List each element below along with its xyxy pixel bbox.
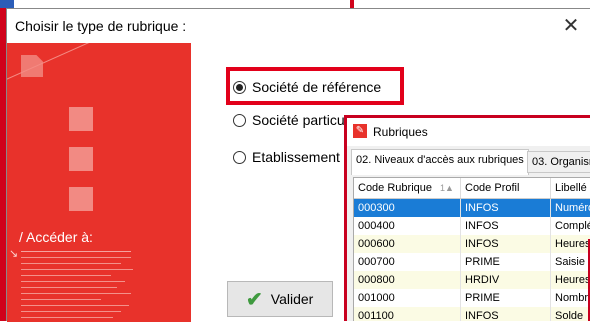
app-icon: ✎ [353, 124, 367, 138]
table-cell-profil: INFOS [461, 199, 551, 217]
panel-tile-icon [69, 107, 93, 131]
panel-faded-text [21, 257, 141, 322]
sort-asc-icon: 1▲ [440, 183, 454, 193]
radio-button[interactable] [233, 113, 246, 127]
table-row[interactable]: 000800 HRDIV Heures [354, 271, 590, 289]
valider-button[interactable]: ✔ Valider [227, 281, 333, 317]
rubriques-titlebar: ✎ Rubriques [347, 118, 590, 146]
background-screen [0, 0, 590, 8]
table-header: Code Rubrique 1▲ Code Profil Libellé [354, 178, 590, 199]
dialog-title: Choisir le type de rubrique : [15, 18, 187, 34]
table-row[interactable]: 000600 INFOS Heures [354, 235, 590, 253]
option-label: Société particul [252, 112, 348, 128]
table-cell-libelle: Solde [551, 307, 590, 321]
table-cell-code: 000800 [354, 271, 461, 289]
table-cell-libelle: Complé [551, 217, 590, 235]
rubriques-window: ✎ Rubriques 02. Niveaux d'accès aux rubr… [344, 115, 590, 321]
panel-tile-icon [69, 187, 93, 211]
tab-organismes[interactable]: 03. Organism [527, 151, 590, 173]
panel-tile-icon [69, 147, 93, 171]
table-row[interactable]: 000300INFOSNuméro [354, 199, 590, 217]
option-label: Etablissement [252, 149, 340, 165]
panel-heading: / Accéder à: [19, 229, 93, 245]
table-cell-profil: INFOS [461, 217, 551, 235]
table-cell-libelle: Heures [551, 271, 590, 289]
table-cell-profil: PRIME [461, 253, 551, 271]
table-cell-code: 000700 [354, 253, 461, 271]
panel-divider [21, 251, 131, 252]
table-cell-profil: PRIME [461, 289, 551, 307]
table-cell-code: 001100 [354, 307, 461, 321]
option-societe-reference[interactable]: Société de référence [233, 77, 381, 97]
table-cell-code: 001000 [354, 289, 461, 307]
arrow-icon: ↘ [9, 248, 19, 260]
valider-label: Valider [270, 291, 314, 307]
table-cell-code: 000400 [354, 217, 461, 235]
dialog-titlebar: Choisir le type de rubrique : ✕ [7, 9, 590, 43]
rubriques-tabs: 02. Niveaux d'accès aux rubriques 03. Or… [347, 149, 590, 175]
side-panel: ↘ / Accéder à: [7, 43, 191, 322]
checkmark-icon: ✔ [246, 288, 263, 311]
table-cell-libelle: Nombr [551, 289, 590, 307]
rubriques-title: Rubriques [373, 125, 428, 139]
table-cell-profil: INFOS [461, 307, 551, 321]
option-societe-particuliere[interactable]: Société particul [233, 110, 348, 130]
column-header-code-rubrique[interactable]: Code Rubrique 1▲ [354, 178, 461, 198]
option-label: Société de référence [252, 79, 382, 95]
table-cell-profil: HRDIV [461, 271, 551, 289]
table-cell-code: 000600 [354, 235, 461, 253]
table-row[interactable]: 001100 INFOS Solde [354, 307, 590, 321]
radio-button[interactable] [233, 150, 246, 164]
table-cell-libelle: Numéro [551, 199, 590, 217]
rubriques-table: Code Rubrique 1▲ Code Profil Libellé 0003… [353, 177, 590, 321]
table-row[interactable]: 001000 PRIME Nombr [354, 289, 590, 307]
table-row[interactable]: 000400 INFOS Complé [354, 217, 590, 235]
table-cell-profil: INFOS [461, 235, 551, 253]
table-cell-libelle: Heures [551, 235, 590, 253]
column-header-libelle[interactable]: Libellé [551, 178, 590, 198]
close-icon[interactable]: ✕ [558, 13, 584, 39]
radio-button-checked[interactable] [233, 80, 246, 94]
table-cell-code: 000300 [354, 199, 461, 217]
option-etablissement[interactable]: Etablissement [233, 147, 340, 167]
table-row[interactable]: 000700 PRIME Saisie [354, 253, 590, 271]
column-header-code-profil[interactable]: Code Profil [461, 178, 551, 198]
tab-niveaux-acces[interactable]: 02. Niveaux d'accès aux rubriques [351, 149, 529, 175]
table-cell-libelle: Saisie [551, 253, 590, 271]
